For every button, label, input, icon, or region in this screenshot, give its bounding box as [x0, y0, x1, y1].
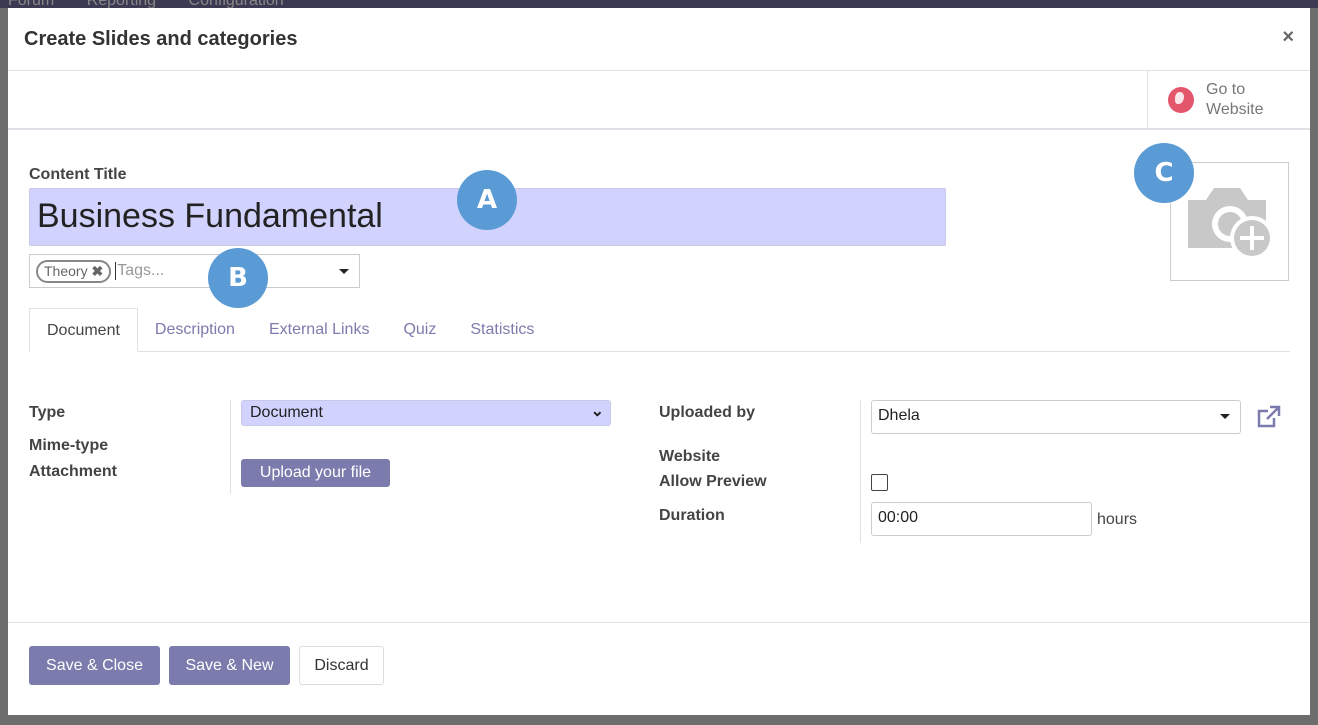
globe-icon [1168, 87, 1194, 113]
remove-tag-icon[interactable]: ✖ [91, 263, 103, 279]
duration-unit: hours [1097, 511, 1138, 528]
mime-type-label: Mime-type [29, 437, 109, 454]
uploaded-by-label: Uploaded by [659, 404, 756, 421]
tag-theory: Theory ✖ [36, 259, 112, 283]
attachment-label: Attachment [29, 463, 118, 480]
divider [860, 400, 861, 543]
chevron-down-icon: ⌄ [590, 403, 604, 420]
type-select[interactable]: Document ⌄ [241, 400, 611, 426]
type-value: Document [250, 404, 323, 421]
type-label: Type [29, 404, 66, 421]
duration-input[interactable]: 00:00 [871, 502, 1092, 536]
allow-preview-checkbox[interactable] [871, 474, 888, 491]
tab-external-links[interactable]: External Links [252, 308, 387, 351]
nav-reporting[interactable]: Reporting [87, 0, 156, 8]
tags-input[interactable]: Theory ✖ Tags... [29, 254, 360, 288]
go-to-website-button[interactable]: Go to Website [1147, 71, 1310, 129]
annotation-badge-b: B [208, 248, 268, 308]
uploaded-by-value: Dhela [878, 407, 920, 424]
discard-button[interactable]: Discard [299, 646, 384, 685]
nav-configuration[interactable]: Configuration [189, 0, 284, 8]
tab-statistics[interactable]: Statistics [453, 308, 551, 351]
camera-plus-icon [1187, 187, 1274, 260]
save-new-button[interactable]: Save & New [169, 646, 290, 685]
caret-down-icon [1220, 414, 1230, 424]
top-navbar: Forum Reporting Configuration [0, 0, 1318, 8]
annotation-badge-c: C [1134, 143, 1194, 203]
modal-title: Create Slides and categories [24, 28, 298, 50]
tags-placeholder: Tags... [115, 262, 165, 280]
modal-footer [8, 622, 1310, 623]
notebook-tabs: Document Description External Links Quiz… [29, 308, 1290, 352]
divider [230, 400, 231, 494]
close-icon[interactable]: × [1282, 26, 1294, 49]
tab-document[interactable]: Document [29, 308, 138, 352]
save-close-button[interactable]: Save & Close [29, 646, 160, 685]
tag-label: Theory [44, 262, 88, 279]
uploaded-by-select[interactable]: Dhela [871, 400, 1241, 434]
duration-label: Duration [659, 507, 725, 524]
tab-description[interactable]: Description [138, 308, 252, 351]
upload-file-button[interactable]: Upload your file [241, 459, 390, 487]
go-to-website-label: Go to Website [1206, 81, 1264, 118]
modal-header: Create Slides and categories × [8, 8, 1310, 71]
caret-down-icon[interactable] [339, 269, 349, 279]
content-title-label: Content Title [29, 166, 127, 183]
nav-forum[interactable]: Forum [8, 0, 54, 8]
create-slide-dialog: Create Slides and categories × Go to Web… [8, 8, 1310, 715]
allow-preview-label: Allow Preview [659, 473, 767, 490]
website-label: Website [659, 448, 721, 465]
tab-quiz[interactable]: Quiz [386, 308, 453, 351]
external-link-icon[interactable] [1256, 405, 1282, 429]
annotation-badge-a: A [457, 170, 517, 230]
button-box: Go to Website [8, 71, 1310, 130]
